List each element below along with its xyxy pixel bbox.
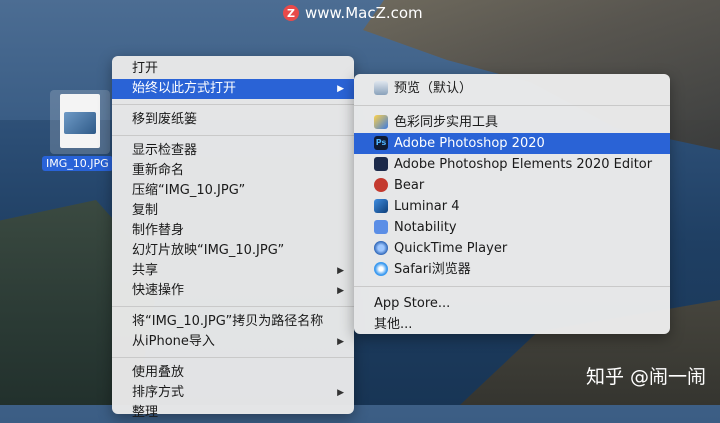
menu-item-copy-as-pathname[interactable]: 将“IMG_10.JPG”拷贝为路径名称 — [112, 312, 354, 332]
menu-item-make-alias[interactable]: 制作替身 — [112, 221, 354, 241]
quicktime-icon — [374, 241, 388, 255]
desktop-file-icon[interactable] — [50, 90, 110, 154]
menu-item-show-inspector[interactable]: 显示检查器 — [112, 141, 354, 161]
submenu-item-bear[interactable]: Bear — [354, 175, 670, 196]
menu-item-duplicate[interactable]: 复制 — [112, 201, 354, 221]
submenu-item-photoshop[interactable]: Ps Adobe Photoshop 2020 — [354, 133, 670, 154]
submenu-item-app-store[interactable]: App Store... — [354, 293, 670, 314]
menu-item-rename[interactable]: 重新命名 — [112, 161, 354, 181]
safari-icon — [374, 262, 388, 276]
menu-item-import-from-iphone[interactable]: 从iPhone导入 ▶ — [112, 332, 354, 352]
submenu-item-notability[interactable]: Notability — [354, 217, 670, 238]
menu-separator — [354, 105, 670, 106]
photoshop-icon: Ps — [374, 136, 388, 150]
menu-item-open[interactable]: 打开 — [112, 59, 354, 79]
menu-item-move-to-trash[interactable]: 移到废纸篓 — [112, 110, 354, 130]
menu-separator — [112, 135, 354, 136]
preview-icon — [374, 81, 388, 95]
submenu-item-preview[interactable]: 预览（默认） — [354, 78, 670, 99]
menu-item-share[interactable]: 共享 ▶ — [112, 261, 354, 281]
notability-icon — [374, 220, 388, 234]
menu-item-always-open-with[interactable]: 始终以此方式打开 ▶ — [112, 79, 354, 99]
colorsync-icon — [374, 115, 388, 129]
submenu-item-other[interactable]: 其他... — [354, 314, 670, 335]
submenu-item-safari[interactable]: Safari浏览器 — [354, 259, 670, 280]
submenu-item-photoshop-elements[interactable]: Adobe Photoshop Elements 2020 Editor — [354, 154, 670, 175]
image-file-icon — [60, 94, 100, 148]
watermark-text: www.MacZ.com — [305, 4, 423, 22]
menu-separator — [112, 104, 354, 105]
submenu-arrow-icon: ▶ — [337, 84, 344, 94]
zhihu-credit: 知乎 @闹一闹 — [585, 366, 706, 388]
menu-separator — [112, 306, 354, 307]
context-menu: 打开 始终以此方式打开 ▶ 移到废纸篓 显示检查器 重新命名 压缩“IMG_10.… — [112, 56, 354, 420]
menu-item-compress[interactable]: 压缩“IMG_10.JPG” — [112, 181, 354, 201]
submenu-arrow-icon: ▶ — [337, 337, 344, 347]
menu-separator — [112, 357, 354, 358]
desktop-file-label[interactable]: IMG_10.JPG — [42, 156, 113, 171]
photoshop-elements-icon — [374, 157, 388, 171]
submenu-arrow-icon: ▶ — [337, 388, 344, 398]
submenu-item-luminar[interactable]: Luminar 4 — [354, 196, 670, 217]
watermark-logo-icon: Z — [283, 5, 299, 21]
submenu-arrow-icon: ▶ — [337, 266, 344, 276]
luminar-icon — [374, 199, 388, 213]
menu-item-use-stacks[interactable]: 使用叠放 — [112, 363, 354, 383]
menu-item-quick-actions[interactable]: 快速操作 ▶ — [112, 281, 354, 301]
bear-icon — [374, 178, 388, 192]
submenu-item-quicktime[interactable]: QuickTime Player — [354, 238, 670, 259]
menu-separator — [354, 286, 670, 287]
submenu-item-colorsync[interactable]: 色彩同步实用工具 — [354, 112, 670, 133]
submenu-arrow-icon: ▶ — [337, 286, 344, 296]
menu-item-sort-by[interactable]: 排序方式 ▶ — [112, 383, 354, 403]
open-with-submenu: 预览（默认） 色彩同步实用工具 Ps Adobe Photoshop 2020 A… — [354, 74, 670, 334]
menu-item-slideshow[interactable]: 幻灯片放映“IMG_10.JPG” — [112, 241, 354, 261]
watermark: Z www.MacZ.com — [283, 4, 423, 22]
menu-item-clean-up[interactable]: 整理 — [112, 403, 354, 423]
